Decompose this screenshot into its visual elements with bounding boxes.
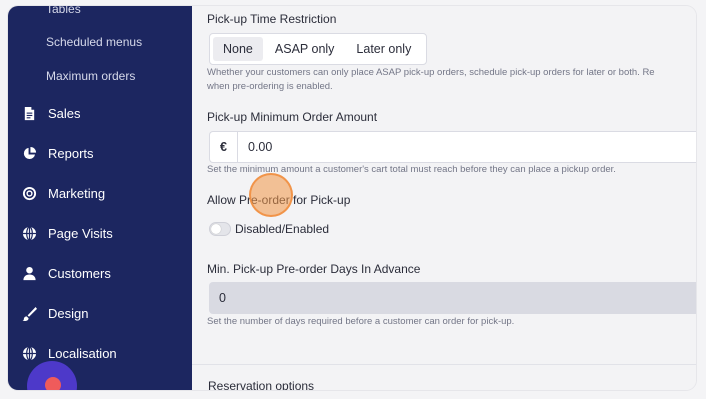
click-indicator <box>249 173 293 217</box>
sidebar-item-customers[interactable]: Customers <box>8 258 192 288</box>
preorder-days-help: Set the number of days required before a… <box>207 316 515 327</box>
section-divider <box>192 364 696 365</box>
min-order-input[interactable]: € 0.00 <box>209 131 696 163</box>
preorder-toggle[interactable] <box>209 222 231 236</box>
time-restriction-help: Whether your customers can only place AS… <box>207 67 655 78</box>
reservation-options-title: Reservation options <box>208 379 315 390</box>
time-restriction-label: Pick-up Time Restriction <box>207 12 337 26</box>
preorder-days-label: Min. Pick-up Pre-order Days In Advance <box>207 262 421 276</box>
sidebar: Tables Scheduled menus Maximum orders Sa… <box>8 6 192 390</box>
sidebar-subitem-scheduled-menus[interactable]: Scheduled menus <box>46 35 142 49</box>
target-icon <box>20 184 38 202</box>
sidebar-item-marketing[interactable]: Marketing <box>8 178 192 208</box>
preorder-days-value[interactable]: 0 <box>209 291 226 305</box>
currency-prefix: € <box>210 132 238 162</box>
preorder-days-input[interactable]: 0 <box>209 282 696 314</box>
option-later-only-button[interactable]: Later only <box>346 37 421 61</box>
option-asap-only-button[interactable]: ASAP only <box>265 37 345 61</box>
sidebar-item-design[interactable]: Design <box>8 298 192 328</box>
pie-chart-icon <box>20 144 38 162</box>
sidebar-item-sales[interactable]: Sales <box>8 98 192 128</box>
sidebar-item-label: Customers <box>48 265 111 281</box>
sidebar-subitem-maximum-orders[interactable]: Maximum orders <box>46 69 135 83</box>
notification-dot <box>45 377 61 390</box>
sidebar-item-reports[interactable]: Reports <box>8 138 192 168</box>
toggle-knob <box>211 224 221 234</box>
option-none-button[interactable]: None <box>213 37 263 61</box>
document-icon <box>20 104 38 122</box>
sidebar-item-localisation[interactable]: Localisation <box>8 338 192 368</box>
app-window: Tables Scheduled menus Maximum orders Sa… <box>8 6 696 390</box>
time-restriction-segmented-control: None ASAP only Later only <box>209 33 428 65</box>
sidebar-item-label: Reports <box>48 145 94 161</box>
preorder-toggle-label: Disabled/Enabled <box>235 222 330 236</box>
globe-icon <box>20 224 38 242</box>
globe-icon <box>20 344 38 362</box>
sidebar-item-label: Localisation <box>48 345 117 361</box>
time-restriction-help-2: when pre-ordering is enabled. <box>207 81 333 92</box>
sidebar-item-label: Marketing <box>48 185 106 201</box>
sidebar-item-label: Page Visits <box>48 225 113 241</box>
sidebar-subitem-tables[interactable]: Tables <box>46 6 81 16</box>
min-order-label: Pick-up Minimum Order Amount <box>207 110 378 124</box>
sidebar-item-page-visits[interactable]: Page Visits <box>8 218 192 248</box>
sidebar-item-label: Design <box>48 305 89 321</box>
brush-icon <box>20 304 38 322</box>
sidebar-item-label: Sales <box>48 105 81 121</box>
user-icon <box>20 264 38 282</box>
min-order-value[interactable]: 0.00 <box>238 140 272 154</box>
